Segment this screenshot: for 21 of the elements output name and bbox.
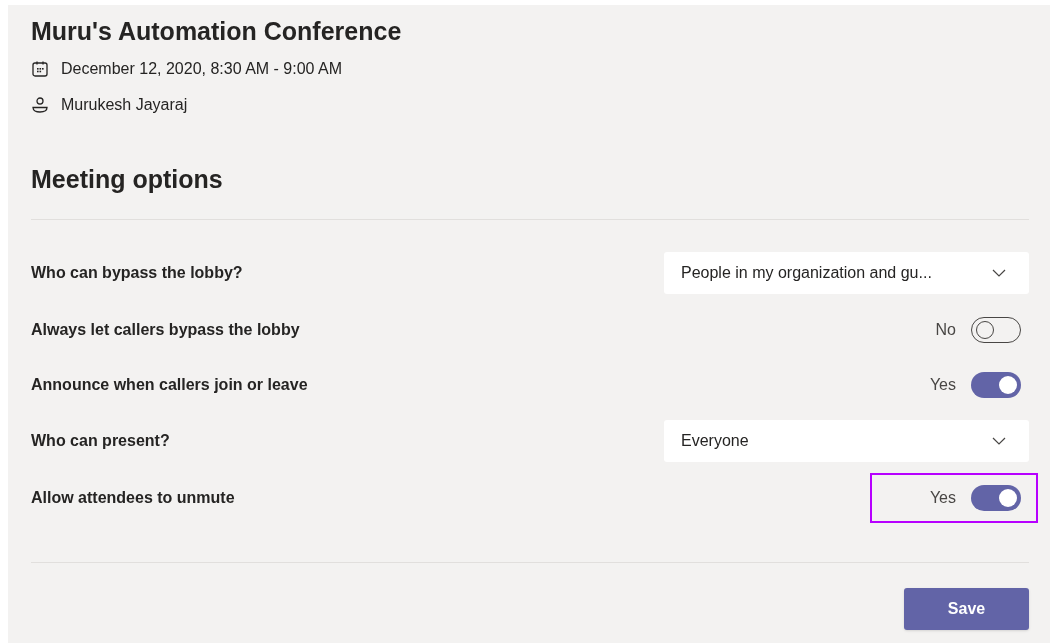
dropdown[interactable]: Everyone	[664, 420, 1029, 462]
toggle-switch[interactable]	[971, 371, 1021, 398]
section-title: Meeting options	[31, 164, 224, 195]
toggle-state-label: Yes	[929, 487, 956, 508]
calendar-icon	[31, 60, 49, 78]
option-label: Who can present?	[31, 431, 170, 451]
dropdown[interactable]: People in my organization and gu...	[664, 252, 1029, 294]
meeting-title: Muru's Automation Conference	[31, 16, 403, 47]
toggle-switch[interactable]	[971, 484, 1021, 511]
meeting-datetime: December 12, 2020, 8:30 AM - 9:00 AM	[61, 59, 343, 79]
option-label: Announce when callers join or leave	[31, 374, 308, 395]
toggle-state-label: Yes	[929, 374, 956, 395]
person-icon	[31, 96, 49, 114]
organizer-name: Murukesh Jayaraj	[61, 95, 188, 115]
toggle-state-label: No	[935, 319, 956, 340]
option-label: Who can bypass the lobby?	[31, 263, 243, 283]
chevron-down-icon	[991, 268, 1007, 278]
option-label: Always let callers bypass the lobby	[31, 319, 300, 340]
chevron-down-icon	[991, 436, 1007, 446]
option-label: Allow attendees to unmute	[31, 487, 235, 508]
save-button[interactable]: Save	[904, 588, 1029, 630]
